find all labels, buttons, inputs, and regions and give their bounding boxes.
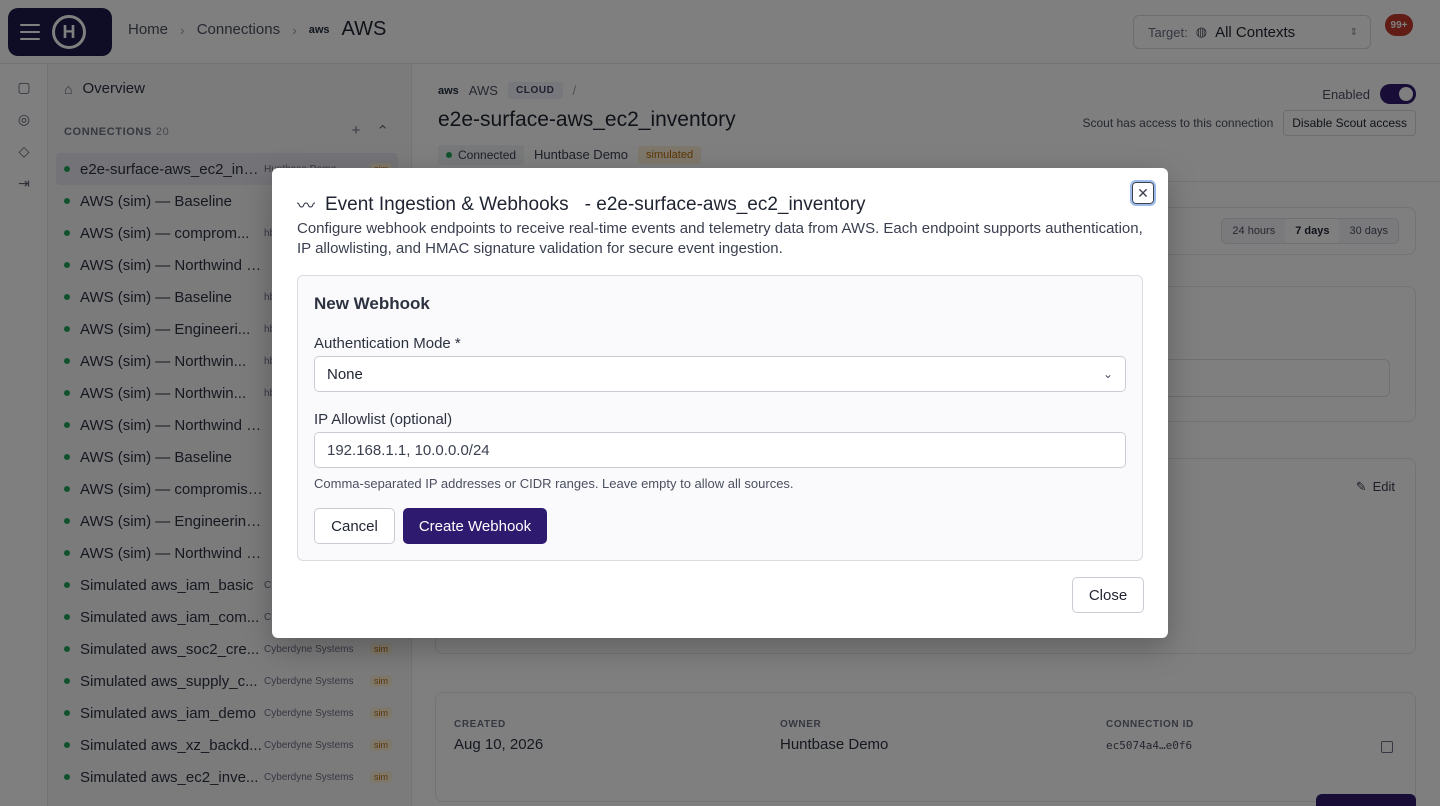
new-webhook-form: New Webhook Authentication Mode * None ⌄…: [297, 275, 1143, 561]
close-button[interactable]: Close: [1072, 577, 1144, 613]
auth-mode-select[interactable]: None ⌄: [314, 356, 1126, 392]
ip-allowlist-help: Comma-separated IP addresses or CIDR ran…: [314, 476, 794, 491]
dialog-title: 〰 Event Ingestion & Webhooks - e2e-surfa…: [297, 192, 866, 218]
chevron-down-icon: ⌄: [1102, 367, 1113, 381]
auth-mode-label: Authentication Mode *: [314, 335, 461, 352]
dialog-title-text: Event Ingestion & Webhooks: [325, 194, 569, 215]
close-icon[interactable]: ✕: [1130, 180, 1156, 206]
webhooks-dialog: ✕ 〰 Event Ingestion & Webhooks - e2e-sur…: [272, 168, 1168, 638]
auth-mode-value: None: [327, 365, 363, 383]
ip-allowlist-placeholder: 192.168.1.1, 10.0.0.0/24: [327, 441, 490, 459]
create-webhook-button[interactable]: Create Webhook: [403, 508, 547, 544]
ip-allowlist-label: IP Allowlist (optional): [314, 411, 453, 428]
ip-allowlist-input[interactable]: 192.168.1.1, 10.0.0.0/24: [314, 432, 1126, 468]
activity-icon: 〰: [297, 196, 315, 216]
form-title: New Webhook: [314, 294, 430, 313]
cancel-button[interactable]: Cancel: [314, 508, 395, 544]
dialog-description: Configure webhook endpoints to receive r…: [297, 220, 1143, 257]
dialog-title-connection: - e2e-surface-aws_ec2_inventory: [584, 194, 866, 215]
